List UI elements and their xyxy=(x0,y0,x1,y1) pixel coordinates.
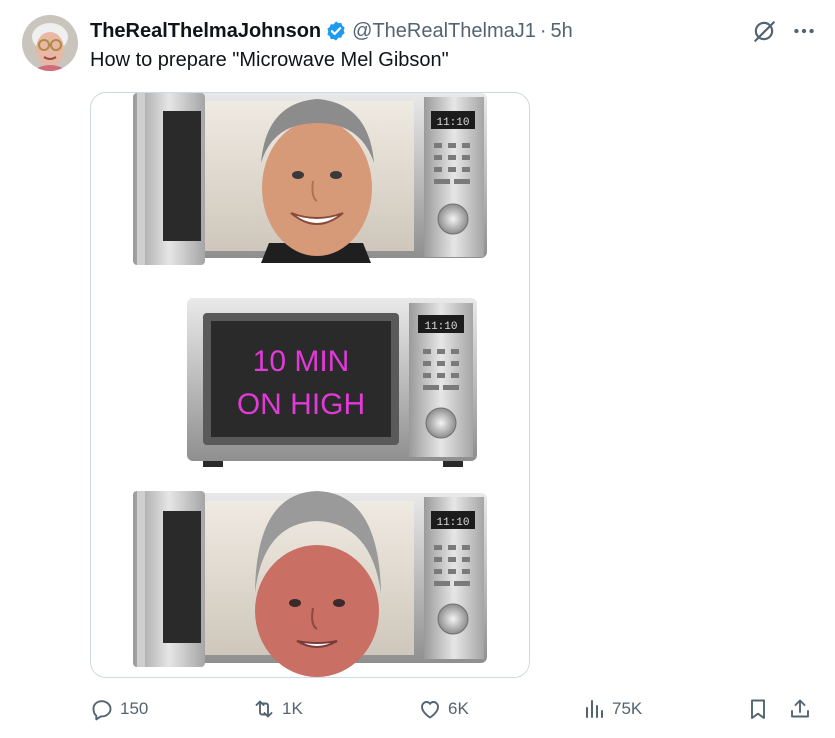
more-icon[interactable] xyxy=(791,18,817,44)
microwave-open-2: 11:10 xyxy=(133,491,487,677)
timestamp[interactable]: 5h xyxy=(551,20,573,43)
clock-3: 11:10 xyxy=(436,517,469,529)
reply-count: 150 xyxy=(120,699,149,718)
repost-count: 1K xyxy=(282,699,303,718)
bookmark-button[interactable] xyxy=(746,692,770,726)
display-name[interactable]: TheRealThelmaJohnson xyxy=(90,20,321,43)
separator: · xyxy=(539,19,547,42)
avatar[interactable] xyxy=(22,15,78,71)
share-button[interactable] xyxy=(788,692,812,726)
avatar-image xyxy=(22,15,78,71)
action-bar: 150 1K 6K 75K xyxy=(0,692,835,726)
tweet-media[interactable]: 11:10 10 MIN ON HIGH 11:10 11:10 xyxy=(90,92,530,678)
oven-text-line-2: ON HIGH xyxy=(237,388,365,421)
reply-button[interactable]: 150 xyxy=(90,692,148,726)
heart-icon xyxy=(421,701,439,719)
tweet: TheRealThelmaJohnson @TheRealThelmaJ1 · … xyxy=(0,0,835,738)
media-image: 11:10 10 MIN ON HIGH 11:10 11:10 xyxy=(133,93,487,677)
face-2 xyxy=(255,491,381,677)
handle[interactable]: @TheRealThelmaJ1 xyxy=(352,20,536,43)
views-icon xyxy=(586,700,603,718)
repost-icon xyxy=(255,700,273,718)
clock-2: 11:10 xyxy=(424,321,457,333)
like-count: 6K xyxy=(448,699,469,718)
bookmark-icon xyxy=(751,699,765,719)
tweet-header: TheRealThelmaJohnson @TheRealThelmaJ1 · … xyxy=(90,18,573,44)
microwave-closed: 10 MIN ON HIGH 11:10 xyxy=(187,298,477,467)
share-icon xyxy=(791,699,809,718)
reply-icon xyxy=(92,700,112,721)
like-button[interactable]: 6K xyxy=(418,692,469,726)
top-actions xyxy=(751,18,817,44)
oven-text-line-1: 10 MIN xyxy=(253,345,350,378)
view-count: 75K xyxy=(612,699,643,718)
microwave-open-1: 11:10 xyxy=(133,93,487,265)
grok-icon[interactable] xyxy=(751,18,777,44)
verified-badge-icon xyxy=(327,21,345,41)
tweet-text: How to prepare "Microwave Mel Gibson" xyxy=(90,49,449,71)
views-button[interactable]: 75K xyxy=(582,692,642,726)
repost-button[interactable]: 1K xyxy=(252,692,303,726)
clock-1: 11:10 xyxy=(436,117,469,129)
